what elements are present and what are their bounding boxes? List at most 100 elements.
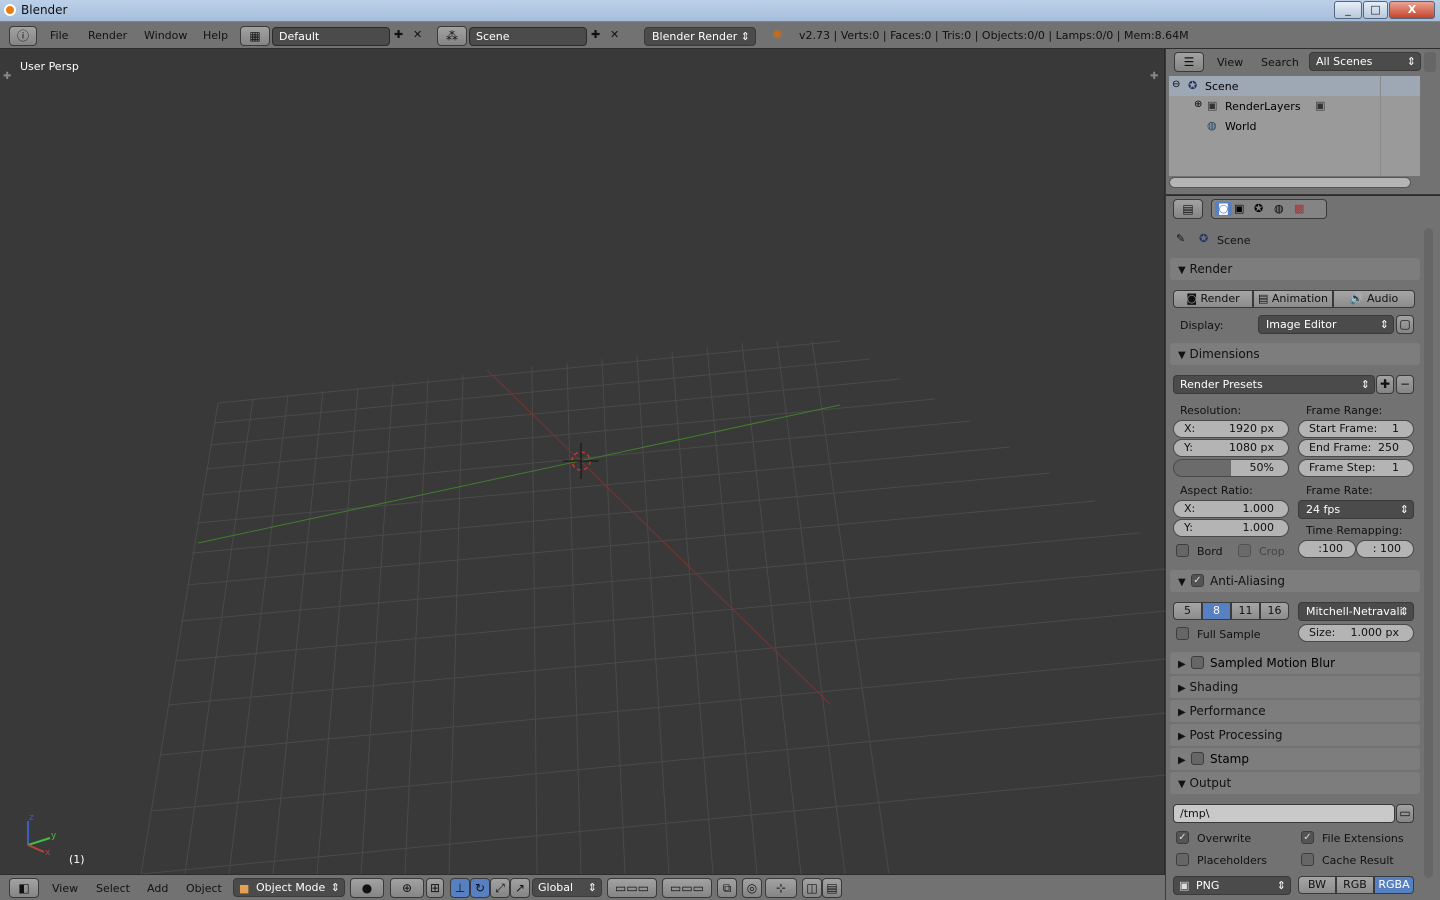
render-engine-select[interactable]: Blender Render ⇕ bbox=[644, 27, 756, 46]
aa-samples-16[interactable]: 16 bbox=[1260, 602, 1289, 620]
rotate-icon[interactable]: ↻ bbox=[470, 878, 490, 898]
full-sample-checkbox[interactable] bbox=[1176, 627, 1189, 640]
add-screen-icon[interactable]: ✚ bbox=[394, 28, 403, 41]
expand-icon[interactable]: ⊕ bbox=[1194, 99, 1202, 110]
aa-size-field[interactable]: Size: 1.000 px bbox=[1298, 624, 1414, 642]
orientation-select[interactable]: Global ⇕ bbox=[532, 878, 602, 897]
panel-dimensions-header[interactable]: ▼ Dimensions bbox=[1170, 343, 1420, 365]
outliner-item-scene[interactable]: ⊖ ✪ Scene bbox=[1169, 76, 1420, 96]
panel-render-header[interactable]: ▼ Render bbox=[1170, 258, 1420, 280]
start-frame-field[interactable]: Start Frame: 1 bbox=[1298, 420, 1414, 438]
render-button[interactable]: ◙ Render bbox=[1173, 290, 1253, 308]
end-frame-field[interactable]: End Frame: 250 bbox=[1298, 439, 1414, 457]
menu-render[interactable]: Render bbox=[88, 29, 127, 42]
menu-help[interactable]: Help bbox=[203, 29, 228, 42]
audio-button[interactable]: 🔊 Audio bbox=[1333, 290, 1415, 308]
scale-icon[interactable]: ⤢ bbox=[490, 878, 510, 898]
panel-antialiasing-header[interactable]: ▼ bbox=[1170, 570, 1420, 592]
time-remap-old-field[interactable]: :100 bbox=[1298, 540, 1356, 558]
output-path-field[interactable]: /tmp\ bbox=[1173, 804, 1395, 823]
outliner-horizontal-scrollbar[interactable] bbox=[1169, 177, 1411, 188]
color-mode-rgba[interactable]: RGBA bbox=[1374, 876, 1414, 894]
minimize-button[interactable]: _ bbox=[1334, 1, 1362, 19]
scene-context-icon[interactable]: ✪ bbox=[1254, 202, 1263, 215]
editor-type-outliner-icon[interactable]: ☰ bbox=[1174, 52, 1204, 72]
time-remap-new-field[interactable]: : 100 bbox=[1356, 540, 1414, 558]
display-select[interactable]: Image Editor ⇕ bbox=[1258, 315, 1394, 334]
remove-preset-icon[interactable]: − bbox=[1396, 375, 1414, 394]
menu-view[interactable]: View bbox=[52, 882, 78, 895]
color-mode-rgb[interactable]: RGB bbox=[1336, 876, 1374, 894]
transform-mode-icon[interactable]: ↗ bbox=[510, 878, 530, 898]
outliner-scroll-handle[interactable] bbox=[1424, 52, 1436, 72]
aspect-y-field[interactable]: Y: 1.000 bbox=[1173, 519, 1289, 537]
crop-checkbox[interactable] bbox=[1238, 544, 1251, 557]
snap-element-icon[interactable]: ⊹ bbox=[765, 878, 797, 898]
maximize-button[interactable]: □ bbox=[1363, 1, 1388, 19]
resolution-percentage-slider[interactable]: 50% bbox=[1173, 459, 1289, 477]
proportional-edit-icon[interactable]: ◎ bbox=[742, 878, 762, 898]
resolution-x-field[interactable]: X: 1920 px bbox=[1173, 420, 1289, 438]
file-extensions-checkbox[interactable]: ✓ bbox=[1301, 831, 1314, 844]
render-opengl-icon[interactable]: ◫ bbox=[802, 878, 822, 898]
texture-context-icon[interactable]: ▩ bbox=[1294, 202, 1304, 215]
add-preset-icon[interactable]: ✚ bbox=[1376, 375, 1394, 394]
panel-post-processing-header[interactable]: ▶ Post Processing bbox=[1170, 724, 1420, 746]
lock-interface-icon[interactable]: ▢ bbox=[1396, 315, 1414, 334]
3d-viewport[interactable]: User Persp ✚ ✚ z y x (1) bbox=[0, 49, 1165, 874]
pivot-point-icon[interactable]: ⊕ bbox=[390, 878, 424, 898]
translate-icon[interactable]: ⊥ bbox=[450, 878, 470, 898]
mode-select[interactable]: Object Mode ⇕ bbox=[233, 878, 345, 897]
placeholders-checkbox[interactable] bbox=[1176, 853, 1189, 866]
file-format-select[interactable]: PNG ⇕ bbox=[1173, 876, 1291, 895]
render-layers-context-icon[interactable]: ▣ bbox=[1234, 202, 1244, 215]
properties-scrollbar[interactable] bbox=[1424, 228, 1433, 878]
manipulator-icon[interactable]: ⊞ bbox=[426, 878, 444, 898]
panel-performance-header[interactable]: ▶ Performance bbox=[1170, 700, 1420, 722]
overwrite-checkbox[interactable]: ✓ bbox=[1176, 831, 1189, 844]
screen-layout-field[interactable]: Default bbox=[272, 27, 390, 46]
render-presets-select[interactable]: Render Presets ⇕ bbox=[1173, 375, 1375, 394]
menu-add[interactable]: Add bbox=[147, 882, 168, 895]
folder-browse-icon[interactable]: ▭ bbox=[1396, 804, 1414, 823]
aa-samples-5[interactable]: 5 bbox=[1173, 602, 1202, 620]
outliner-item-renderlayers[interactable]: ⊕ ▣ RenderLayers ▣ bbox=[1169, 96, 1420, 116]
aa-samples-8[interactable]: 8 bbox=[1202, 602, 1231, 620]
menu-select[interactable]: Select bbox=[96, 882, 130, 895]
motion-blur-checkbox[interactable] bbox=[1191, 656, 1204, 669]
lock-layers-icon[interactable]: ⧉ bbox=[717, 878, 737, 898]
aa-samples-11[interactable]: 11 bbox=[1231, 602, 1260, 620]
world-context-icon[interactable]: ◍ bbox=[1274, 202, 1284, 215]
panel-shading-header[interactable]: ▶ Shading bbox=[1170, 676, 1420, 698]
outliner-menu-search[interactable]: Search bbox=[1261, 56, 1299, 69]
renderlayer-link-icon[interactable]: ▣ bbox=[1315, 99, 1325, 112]
menu-window[interactable]: Window bbox=[144, 29, 187, 42]
remove-screen-icon[interactable]: ✕ bbox=[413, 28, 422, 41]
pin-icon[interactable]: ✎ bbox=[1176, 232, 1185, 245]
scene-icon[interactable]: ⁂ bbox=[437, 26, 467, 46]
menu-file[interactable]: File bbox=[50, 29, 68, 42]
frame-rate-select[interactable]: 24 fps ⇕ bbox=[1298, 500, 1414, 519]
stamp-checkbox[interactable] bbox=[1191, 752, 1204, 765]
add-scene-icon[interactable]: ✚ bbox=[591, 28, 600, 41]
antialiasing-checkbox[interactable]: ✓ bbox=[1191, 574, 1204, 587]
editor-type-info-icon[interactable]: ⓘ bbox=[9, 26, 37, 46]
resolution-y-field[interactable]: Y: 1080 px bbox=[1173, 439, 1289, 457]
layers-group-2-icon[interactable]: ▭▭▭ bbox=[662, 878, 712, 898]
remove-scene-icon[interactable]: ✕ bbox=[610, 28, 619, 41]
aspect-x-field[interactable]: X: 1.000 bbox=[1173, 500, 1289, 518]
editor-type-properties-icon[interactable]: ▤ bbox=[1173, 199, 1203, 219]
panel-output-header[interactable]: ▼ Output bbox=[1170, 772, 1420, 794]
frame-step-field[interactable]: Frame Step: 1 bbox=[1298, 459, 1414, 477]
editor-type-3d-icon[interactable]: ◧ bbox=[9, 878, 39, 898]
outliner-filter-select[interactable]: All Scenes ⇕ bbox=[1309, 52, 1421, 71]
layers-group-1-icon[interactable]: ▭▭▭ bbox=[607, 878, 657, 898]
outliner-menu-view[interactable]: View bbox=[1217, 56, 1243, 69]
render-context-icon[interactable]: ◙ bbox=[1215, 202, 1232, 216]
aa-filter-select[interactable]: Mitchell-Netravali ⇕ bbox=[1298, 602, 1414, 621]
close-button[interactable]: X bbox=[1389, 1, 1435, 19]
scene-field[interactable]: Scene bbox=[469, 27, 587, 46]
viewport-shading-icon[interactable]: ● bbox=[350, 878, 384, 898]
color-mode-bw[interactable]: BW bbox=[1298, 876, 1336, 894]
panel-stamp-header[interactable]: ▶ bbox=[1170, 748, 1420, 770]
